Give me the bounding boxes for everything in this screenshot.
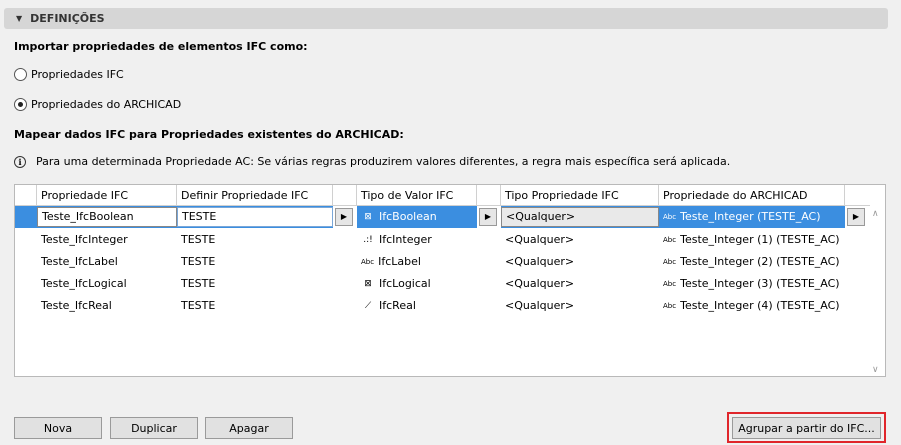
property-type-cell[interactable]: <Qualquer> <box>501 273 659 295</box>
checkbox-x-icon: ⊠ <box>364 279 372 289</box>
scroll-down-icon[interactable]: ∨ <box>872 365 879 375</box>
property-type-dropdown[interactable]: <Qualquer> <box>501 207 659 227</box>
ifc-property-cell[interactable]: Teste_IfcInteger <box>37 229 177 251</box>
map-label: Mapear dados IFC para Propriedades exist… <box>14 128 404 141</box>
table-row[interactable]: Teste_IfcLabel TESTE Abc IfcLabel <Qualqu… <box>15 251 870 273</box>
integer-icon: .:! <box>363 235 373 245</box>
value-type-cell[interactable]: Abc IfcLabel <box>357 251 477 273</box>
value-type-cell[interactable]: ⊠ IfcLogical <box>357 273 477 295</box>
archicad-property-cell[interactable]: Abc Teste_Integer (TESTE_AC) <box>659 206 845 228</box>
archicad-property-label: Teste_Integer (2) (TESTE_AC) <box>680 255 840 268</box>
value-type-label: IfcBoolean <box>379 210 437 223</box>
define-property-cell[interactable]: TESTE <box>177 251 333 273</box>
header-ifc-property[interactable]: Propriedade IFC <box>37 185 177 206</box>
abc-icon: Abc <box>663 280 677 288</box>
archicad-property-cell[interactable]: Abc Teste_Integer (2) (TESTE_AC) <box>659 251 845 273</box>
arrow-right-icon[interactable]: ▶ <box>335 208 353 226</box>
property-type-cell[interactable]: <Qualquer> <box>501 251 659 273</box>
radio-button[interactable] <box>14 68 27 81</box>
property-type-cell[interactable]: <Qualquer> <box>501 295 659 317</box>
checkbox-x-icon: ⊠ <box>364 212 372 222</box>
radio-archicad-properties[interactable]: Propriedades do ARCHICAD <box>14 98 181 111</box>
header-spacer <box>333 185 357 206</box>
scroll-up-icon[interactable]: ∧ <box>872 209 879 219</box>
define-property-input[interactable]: TESTE <box>177 207 333 227</box>
radio-ifc-properties[interactable]: Propriedades IFC <box>14 68 124 81</box>
value-type-cell[interactable]: ⊠ IfcBoolean <box>357 206 477 228</box>
table-scrollbar[interactable]: ∧ ∨ <box>870 206 885 376</box>
abc-icon: Abc <box>663 236 677 244</box>
arrow-right-icon[interactable]: ▶ <box>479 208 497 226</box>
value-type-cell[interactable]: ⟋ IfcReal <box>357 295 477 317</box>
duplicate-button[interactable]: Duplicar <box>110 417 198 439</box>
radio-button-selected[interactable] <box>14 98 27 111</box>
collapse-triangle-icon[interactable]: ▼ <box>16 14 22 23</box>
archicad-property-cell[interactable]: Abc Teste_Integer (1) (TESTE_AC) <box>659 229 845 251</box>
info-icon: i <box>14 155 26 168</box>
ifc-property-cell[interactable]: Teste_IfcReal <box>37 295 177 317</box>
abc-icon: Abc <box>663 302 677 310</box>
archicad-property-cell[interactable]: Abc Teste_Integer (4) (TESTE_AC) <box>659 295 845 317</box>
value-type-label: IfcLogical <box>379 277 431 290</box>
section-title: DEFINIÇÕES <box>30 12 105 25</box>
value-type-label: IfcInteger <box>379 233 432 246</box>
radio-label: Propriedades IFC <box>31 68 124 81</box>
table-row[interactable]: Teste_IfcLogical TESTE ⊠ IfcLogical <Qual… <box>15 273 870 295</box>
table-header: Propriedade IFC Definir Propriedade IFC … <box>15 185 870 206</box>
header-spacer <box>845 185 870 206</box>
archicad-property-label: Teste_Integer (1) (TESTE_AC) <box>680 233 840 246</box>
mapping-table: Propriedade IFC Definir Propriedade IFC … <box>14 184 886 377</box>
group-from-ifc-button[interactable]: Agrupar a partir do IFC... <box>732 417 881 439</box>
header-ifc-property-type[interactable]: Tipo Propriedade IFC <box>501 185 659 206</box>
archicad-property-label: Teste_Integer (TESTE_AC) <box>680 210 821 223</box>
ifc-property-cell[interactable]: Teste_IfcBoolean <box>37 207 177 227</box>
header-ifc-value-type[interactable]: Tipo de Valor IFC <box>357 185 477 206</box>
real-number-icon: ⟋ <box>364 301 372 311</box>
value-type-label: IfcReal <box>379 299 416 312</box>
settings-section-header[interactable]: ▼ DEFINIÇÕES <box>4 8 888 29</box>
import-label: Importar propriedades de elementos IFC c… <box>14 40 308 53</box>
archicad-property-label: Teste_Integer (4) (TESTE_AC) <box>680 299 840 312</box>
property-type-cell[interactable]: <Qualquer> <box>501 229 659 251</box>
header-archicad-property[interactable]: Propriedade do ARCHICAD <box>659 185 845 206</box>
value-type-label: IfcLabel <box>378 255 421 268</box>
delete-button[interactable]: Apagar <box>205 417 293 439</box>
header-define-ifc-property[interactable]: Definir Propriedade IFC <box>177 185 333 206</box>
new-button[interactable]: Nova <box>14 417 102 439</box>
ifc-property-cell[interactable]: Teste_IfcLabel <box>37 251 177 273</box>
header-spacer <box>15 185 37 206</box>
abc-icon: Abc <box>663 258 677 266</box>
archicad-property-label: Teste_Integer (3) (TESTE_AC) <box>680 277 840 290</box>
abc-icon: Abc <box>663 213 677 221</box>
radio-label: Propriedades do ARCHICAD <box>31 98 182 111</box>
abc-icon: Abc <box>361 258 375 266</box>
value-type-cell[interactable]: .:! IfcInteger <box>357 229 477 251</box>
ifc-property-cell[interactable]: Teste_IfcLogical <box>37 273 177 295</box>
info-text: Para uma determinada Propriedade AC: Se … <box>36 155 731 168</box>
archicad-property-cell[interactable]: Abc Teste_Integer (3) (TESTE_AC) <box>659 273 845 295</box>
table-row[interactable]: Teste_IfcInteger TESTE .:! IfcInteger <Qu… <box>15 229 870 251</box>
info-note: i Para uma determinada Propriedade AC: S… <box>14 155 730 168</box>
table-row[interactable]: Teste_IfcReal TESTE ⟋ IfcReal <Qualquer> … <box>15 295 870 317</box>
define-property-cell[interactable]: TESTE <box>177 295 333 317</box>
table-row[interactable]: Teste_IfcBoolean TESTE ▶ ⊠ IfcBoolean ▶ <… <box>15 206 870 228</box>
header-spacer <box>477 185 501 206</box>
arrow-right-icon[interactable]: ▶ <box>847 208 865 226</box>
define-property-cell[interactable]: TESTE <box>177 229 333 251</box>
define-property-cell[interactable]: TESTE <box>177 273 333 295</box>
